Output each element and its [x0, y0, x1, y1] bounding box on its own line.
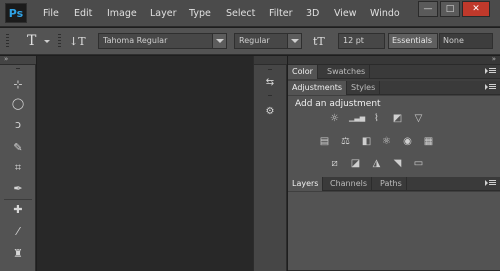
tab-color[interactable]: Color [288, 65, 318, 79]
photoshop-logo: Ps [5, 3, 27, 23]
history-icon[interactable]: ⇆ [262, 76, 278, 90]
collapse-icon[interactable]: » [492, 55, 496, 63]
adjustments-panel-tabs: Adjustments Styles [288, 81, 500, 95]
chevron-down-icon [287, 34, 301, 48]
black-white-icon[interactable]: ◧ [360, 136, 373, 147]
color-lookup-icon[interactable]: ▦ [422, 136, 435, 147]
healing-brush-icon[interactable]: ✚ [9, 202, 27, 218]
chevron-down-icon [212, 34, 226, 48]
font-size-field[interactable]: 12 pt [338, 33, 385, 49]
toolbox: » ⊹ ◯ ↄ ✎ ⌗ ✒ ✚ ⁄ ♜ [0, 55, 36, 271]
font-family-select[interactable]: Tahoma Regular [98, 33, 227, 49]
menu-window[interactable]: Windo [370, 8, 400, 19]
channel-mixer-icon[interactable]: ◉ [401, 136, 414, 147]
invert-icon[interactable]: ⧄ [328, 158, 341, 169]
menu-filter[interactable]: Filter [269, 8, 293, 19]
hue-saturation-icon[interactable]: ▤ [318, 136, 331, 147]
tool-divider [4, 199, 32, 200]
actions-icon[interactable]: ⚙ [262, 105, 278, 119]
font-family-value: Tahoma Regular [103, 36, 168, 45]
maximize-button[interactable]: □ [440, 1, 460, 17]
tab-paths[interactable]: Paths [376, 177, 407, 191]
panel-menu-icon[interactable] [485, 180, 496, 188]
brightness-contrast-icon[interactable]: ☼ [328, 113, 341, 124]
lasso-icon[interactable]: ↄ [9, 117, 27, 133]
panel-menu-icon[interactable] [485, 84, 496, 92]
options-grip[interactable] [6, 34, 9, 49]
panel-menu-icon[interactable] [485, 68, 496, 76]
selective-color-icon[interactable]: ▭ [412, 158, 425, 169]
gradient-map-icon[interactable]: ◥ [391, 158, 404, 169]
eyedropper-icon[interactable]: ✒ [9, 181, 27, 197]
tab-swatches[interactable]: Swatches [323, 65, 371, 79]
expand-icon[interactable]: » [4, 55, 8, 63]
threshold-icon[interactable]: ◮ [370, 158, 383, 169]
tool-preset-chevron-icon[interactable] [44, 40, 50, 43]
crop-icon[interactable]: ⌗ [9, 160, 27, 176]
adjustments-title: Add an adjustment [295, 99, 381, 109]
menu-image[interactable]: Image [107, 8, 137, 19]
menu-bar: Ps File Edit Image Layer Type Select Fil… [0, 0, 500, 27]
workspace-button[interactable]: Essentials [388, 33, 438, 49]
toolbox-header[interactable]: » [0, 55, 36, 65]
color-panel-tabs: Color Swatches [288, 65, 500, 79]
adjustments-panel: Add an adjustment ☼ ▁▃▅ ⌇ ◩ ▽ ▤ ⚖ ◧ ⚛ ◉ … [288, 96, 500, 180]
font-size-icon: tT [313, 35, 325, 48]
menu-edit[interactable]: Edit [74, 8, 92, 19]
menu-3d[interactable]: 3D [306, 8, 319, 19]
menu-view[interactable]: View [334, 8, 357, 19]
exposure-icon[interactable]: ◩ [391, 113, 404, 124]
toolbox-grip[interactable] [16, 68, 20, 70]
dock-header[interactable]: » [288, 55, 500, 65]
levels-icon[interactable]: ▁▃▅ [349, 113, 365, 124]
marquee-icon[interactable]: ◯ [9, 96, 27, 112]
quick-select-icon[interactable]: ✎ [9, 140, 27, 156]
font-style-value: Regular [239, 36, 270, 45]
text-orientation-icon[interactable]: ↓T [69, 35, 86, 48]
strip-header[interactable] [254, 56, 287, 65]
anti-alias-select[interactable]: None [439, 33, 493, 49]
color-balance-icon[interactable]: ⚖ [339, 136, 352, 147]
menu-file[interactable]: File [43, 8, 59, 19]
minimize-button[interactable]: — [418, 1, 438, 17]
strip-grip[interactable] [268, 69, 272, 71]
tab-channels[interactable]: Channels [326, 177, 373, 191]
brush-icon[interactable]: ⁄ [9, 224, 27, 240]
layers-panel-tabs: Layers Channels Paths [288, 177, 500, 191]
tab-layers[interactable]: Layers [288, 177, 324, 191]
options-bar: T ↓T Tahoma Regular Regular tT 12 pt Ess… [0, 28, 500, 55]
strip-grip[interactable] [268, 95, 272, 97]
tab-styles[interactable]: Styles [347, 81, 381, 95]
menu-layer[interactable]: Layer [150, 8, 177, 19]
panel-dock: » Color Swatches Adjustments Styles Add … [288, 55, 500, 271]
tab-adjustments[interactable]: Adjustments [288, 81, 348, 95]
close-button[interactable]: ✕ [462, 1, 490, 17]
document-canvas[interactable] [37, 56, 253, 271]
curves-icon[interactable]: ⌇ [370, 113, 383, 124]
collapsed-panels-strip: ⇆ ⚙ [253, 56, 287, 271]
clone-stamp-icon[interactable]: ♜ [9, 246, 27, 262]
vibrance-icon[interactable]: ▽ [412, 113, 425, 124]
window-controls: — □ ✕ [416, 1, 490, 17]
move-icon[interactable]: ⊹ [9, 77, 27, 93]
layers-panel [288, 192, 500, 271]
font-style-select[interactable]: Regular [234, 33, 302, 49]
type-tool-icon[interactable]: T [27, 33, 36, 49]
photo-filter-icon[interactable]: ⚛ [380, 136, 393, 147]
menu-select[interactable]: Select [226, 8, 255, 19]
posterize-icon[interactable]: ◪ [349, 158, 362, 169]
menu-type[interactable]: Type [189, 8, 211, 19]
options-separator [58, 34, 61, 49]
